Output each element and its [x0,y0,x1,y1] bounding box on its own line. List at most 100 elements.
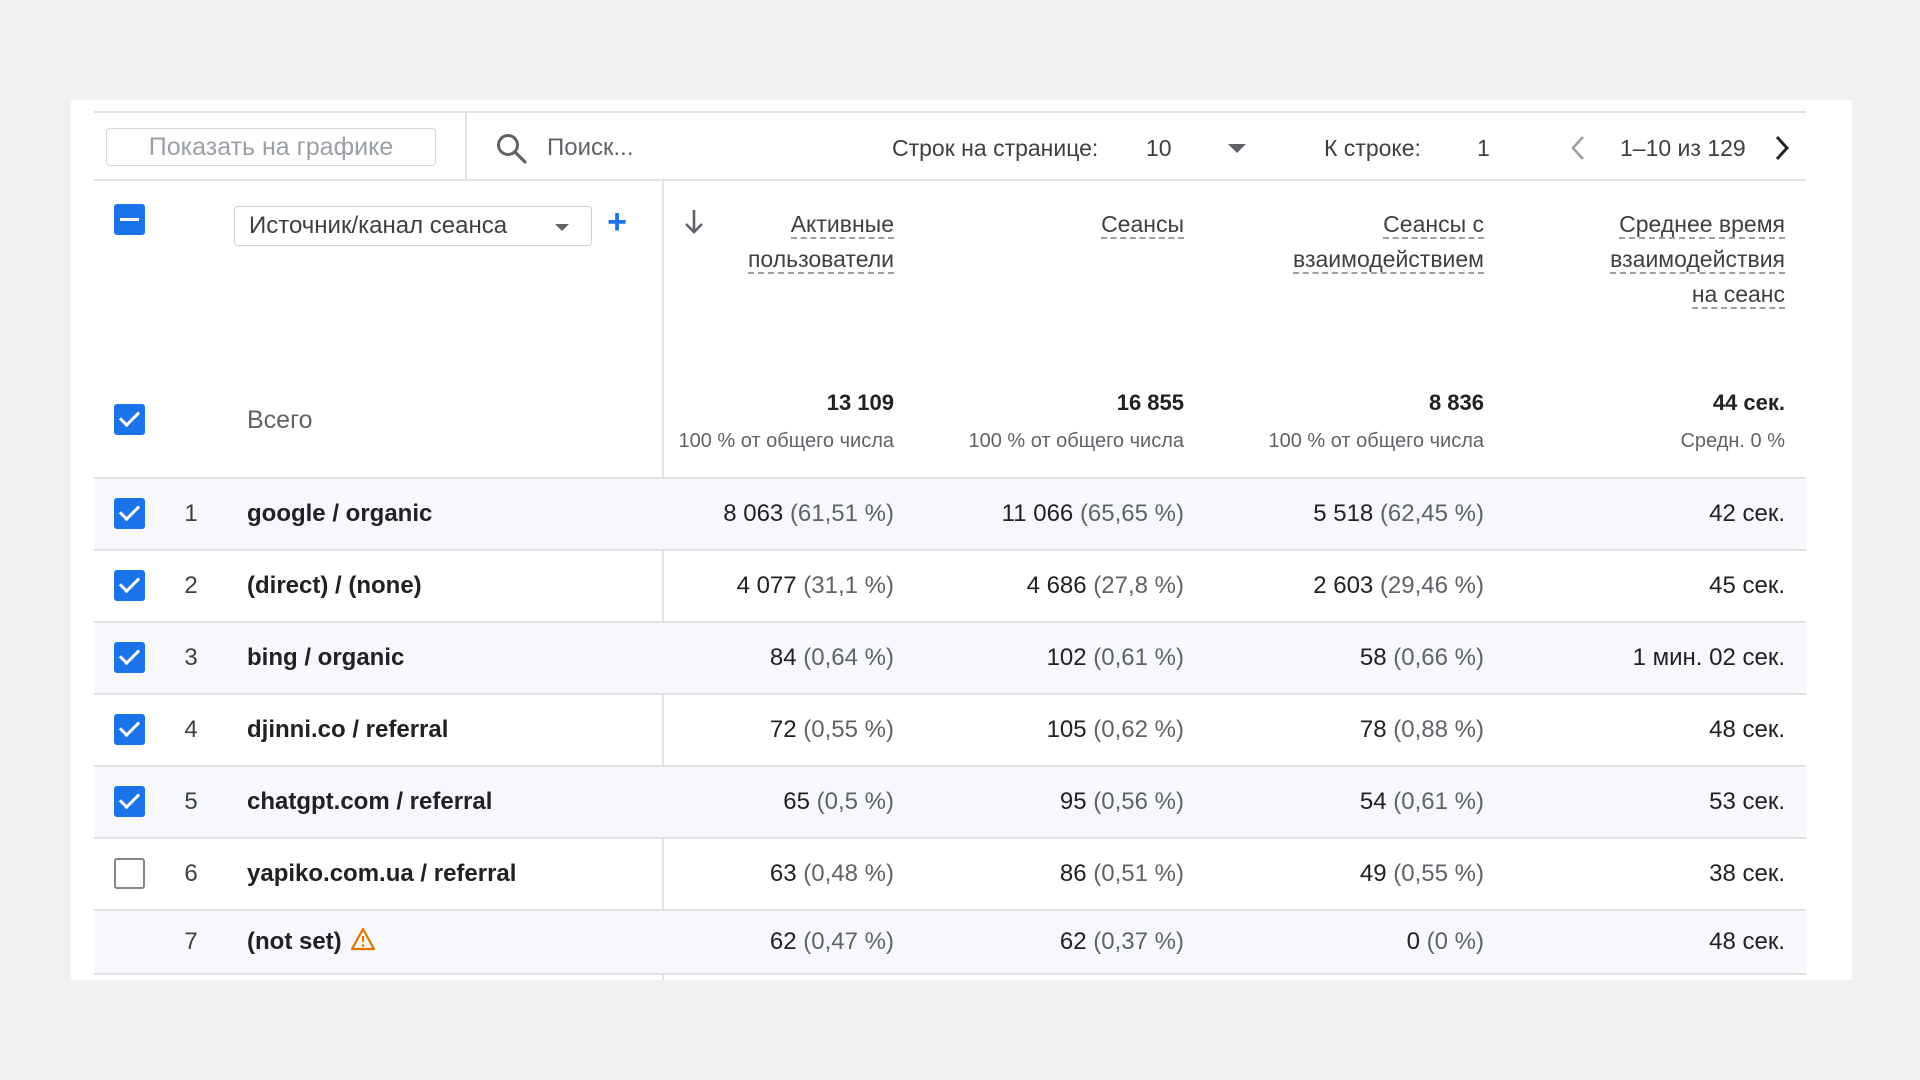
rows-per-page-select[interactable]: 10 [1146,133,1172,163]
header-line: пользователи [747,246,894,274]
cell-percent: (61,51 %) [789,500,894,527]
row-number: 5 [184,788,198,815]
cell-engaged-sessions: 0 (0 %) [1194,927,1484,957]
cell-avg-engagement: 48 сек. [1709,928,1785,955]
row-dimension: (not set) [247,927,376,957]
totals-checkbox[interactable] [114,404,145,435]
cell-percent: (0 %) [1426,928,1484,955]
search-icon[interactable] [494,131,530,167]
table-row[interactable]: 7 (not set) 62 (0,47 %) 62 (0,37 %) 0 (0… [94,909,1806,975]
dimension-label: Источник/канал сеанса [249,212,508,239]
row-dimension: (direct) / (none) [247,572,422,599]
cell-active-users: 63 (0,48 %) [674,859,894,889]
column-header-active-users[interactable]: Активные пользователи [674,207,894,277]
cell-value: 102 [1046,644,1087,671]
row-checkbox[interactable] [114,858,145,889]
cell-value: 63 [769,860,797,887]
cell-percent: (62,45 %) [1379,500,1484,527]
cell-percent: (31,1 %) [803,572,894,599]
row-checkbox[interactable] [114,714,145,745]
table-row[interactable]: 3 bing / organic 84 (0,64 %) 102 (0,61 %… [94,621,1806,693]
row-checkbox[interactable] [114,498,145,529]
column-header-avg-engagement-time[interactable]: Среднее время взаимодействия на сеанс [1504,207,1785,312]
cell-value: 95 [1059,788,1087,815]
rows-per-page-label: Строк на странице: [892,135,1099,161]
total-sessions-share: 100 % от общего числа [968,430,1184,452]
cell-sessions: 11 066 (65,65 %) [954,499,1184,529]
header-line: Сеансы [1101,211,1184,239]
cell-active-users: 62 (0,47 %) [674,927,894,957]
header-line: Среднее время [1619,211,1785,239]
table-row[interactable]: 6 yapiko.com.ua / referral 63 (0,48 %) 8… [94,837,1806,909]
cell-percent: (0,51 %) [1093,860,1184,887]
dropdown-arrow-icon [555,224,569,231]
table-bottom-border [94,973,1806,975]
cell-engaged-sessions: 54 (0,61 %) [1194,787,1484,817]
row-number: 6 [184,860,198,887]
cell-engaged-sessions: 2 603 (29,46 %) [1194,571,1484,601]
row-number: 4 [184,716,198,743]
row-checkbox[interactable] [114,642,145,673]
cell-value: 0 [1406,928,1420,955]
cell-avg-engagement: 48 сек. [1709,716,1785,743]
cell-percent: (65,65 %) [1079,500,1184,527]
cell-value: 62 [769,928,797,955]
cell-percent: (0,66 %) [1393,644,1484,671]
cell-active-users: 65 (0,5 %) [674,787,894,817]
row-checkbox[interactable] [114,786,145,817]
cell-value: 5 518 [1313,500,1374,527]
total-sessions: 16 855 [1116,390,1184,415]
cell-avg-engagement: 53 сек. [1709,788,1785,815]
cell-active-users: 8 063 (61,51 %) [674,499,894,529]
cell-percent: (0,55 %) [1393,860,1484,887]
cell-sessions: 4 686 (27,8 %) [954,571,1184,601]
header-line: взаимодействием [1292,246,1484,274]
table-row[interactable]: 2 (direct) / (none) 4 077 (31,1 %) 4 686… [94,549,1806,621]
row-dimension: bing / organic [247,644,405,671]
cell-percent: (27,8 %) [1093,572,1184,599]
cell-value: 4 686 [1026,572,1087,599]
column-header-engaged-sessions[interactable]: Сеансы с взаимодействием [1194,207,1484,277]
cell-value: 49 [1359,860,1387,887]
cell-percent: (0,88 %) [1393,716,1484,743]
dimension-select[interactable]: Источник/канал сеанса [234,206,592,246]
table-row[interactable]: 1 google / organic 8 063 (61,51 %) 11 06… [94,477,1806,549]
total-active-users: 13 109 [826,390,894,415]
cell-percent: (0,48 %) [803,860,894,887]
row-number: 2 [184,572,198,599]
header-line: Активные [790,211,894,239]
column-header-sessions[interactable]: Сеансы [954,207,1184,242]
cell-value: 58 [1359,644,1387,671]
cell-sessions: 86 (0,51 %) [954,859,1184,889]
cell-percent: (0,5 %) [816,788,894,815]
warning-triangle-icon[interactable] [350,927,376,951]
cell-value: 86 [1059,860,1087,887]
table-row[interactable]: 4 djinni.co / referral 72 (0,55 %) 105 (… [94,693,1806,765]
search-input[interactable]: Поиск... [547,133,634,163]
row-dimension: google / organic [247,500,433,527]
go-to-row-input[interactable]: 1 [1477,133,1490,163]
cell-active-users: 4 077 (31,1 %) [674,571,894,601]
cell-avg-engagement: 45 сек. [1709,572,1785,599]
cell-value: 78 [1359,716,1387,743]
table-row[interactable]: 5 chatgpt.com / referral 65 (0,5 %) 95 (… [94,765,1806,837]
table-toolbar: Показать на графике Поиск... Строк на ст… [94,111,1806,181]
row-number: 1 [184,500,198,527]
cell-percent: (0,61 %) [1393,788,1484,815]
show-on-chart-button[interactable]: Показать на графике [106,128,436,166]
cell-engaged-sessions: 5 518 (62,45 %) [1194,499,1484,529]
row-number: 3 [184,644,198,671]
chevron-right-icon[interactable] [1770,133,1794,163]
cell-engaged-sessions: 49 (0,55 %) [1194,859,1484,889]
cell-value: 105 [1046,716,1087,743]
cell-value: 11 066 [1001,500,1074,527]
row-checkbox[interactable] [114,570,145,601]
chevron-left-icon[interactable] [1566,133,1590,163]
add-dimension-button[interactable]: + [602,205,632,239]
totals-label: Всего [247,406,313,434]
chevron-down-icon[interactable] [1228,144,1246,153]
cell-percent: (0,61 %) [1093,644,1184,671]
cell-active-users: 72 (0,55 %) [674,715,894,745]
cell-sessions: 62 (0,37 %) [954,927,1184,957]
select-all-checkbox[interactable] [114,204,145,235]
